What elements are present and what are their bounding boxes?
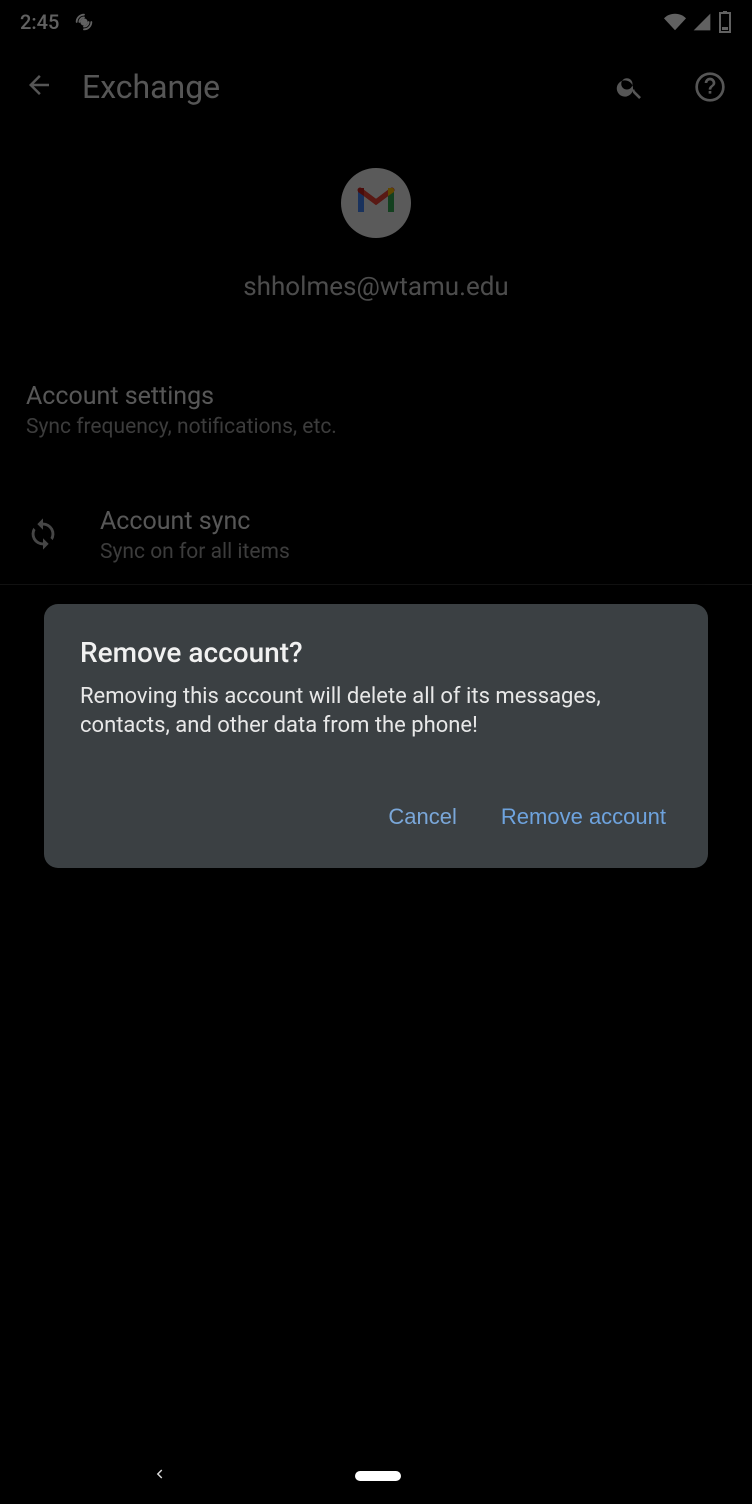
nav-home-pill[interactable] bbox=[355, 1471, 401, 1481]
remove-account-dialog: Remove account? Removing this account wi… bbox=[44, 604, 708, 868]
dialog-actions: Cancel Remove account bbox=[80, 796, 672, 848]
nav-back-icon[interactable] bbox=[150, 1465, 168, 1487]
dialog-body: Removing this account will delete all of… bbox=[80, 683, 672, 740]
navigation-bar bbox=[0, 1448, 752, 1504]
cancel-button[interactable]: Cancel bbox=[384, 796, 460, 838]
remove-account-button[interactable]: Remove account bbox=[497, 796, 670, 838]
dialog-title: Remove account? bbox=[80, 636, 672, 669]
